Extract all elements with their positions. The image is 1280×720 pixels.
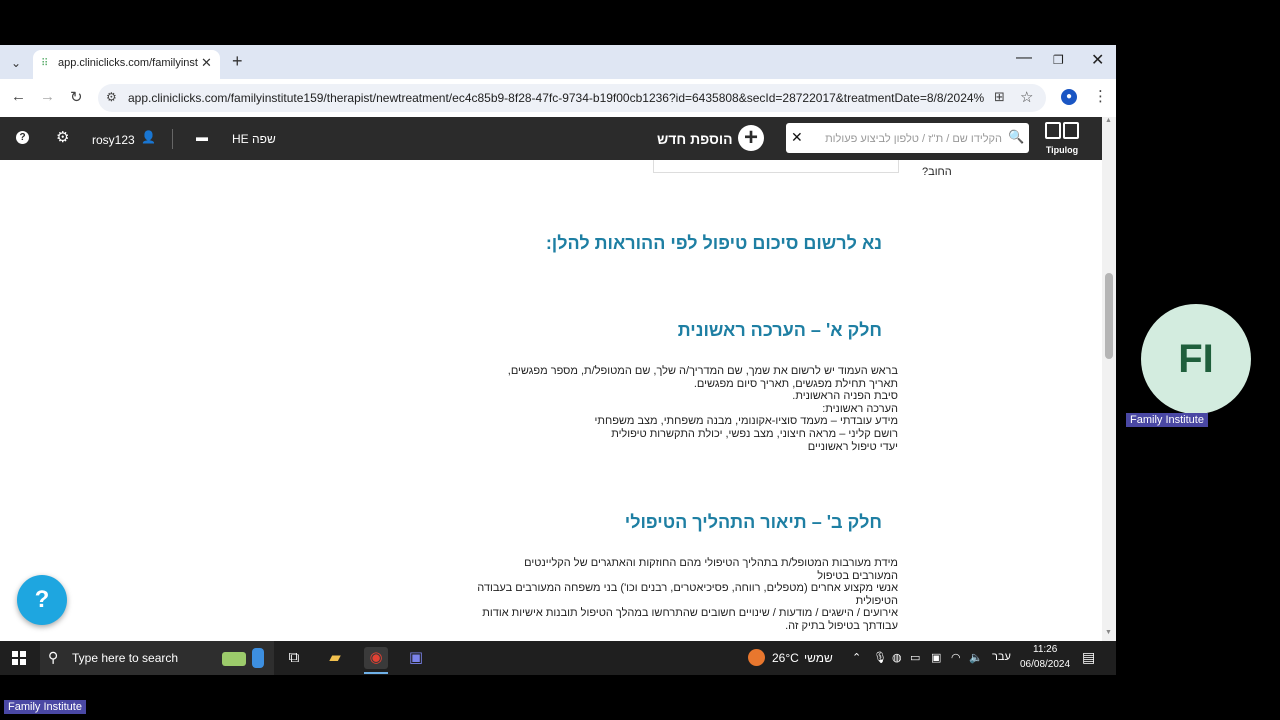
section-b-heading: חלק ב' – תיאור התהליך הטיפולי: [624, 512, 882, 532]
taskbar-search[interactable]: ⚲ Type here to search: [40, 641, 274, 675]
network-device-icon[interactable]: ▭: [910, 651, 920, 664]
header-divider: [172, 129, 173, 149]
site-info-icon[interactable]: ⚙: [106, 90, 117, 104]
logo-text: Tipulog: [1045, 145, 1079, 155]
browser-tab[interactable]: ⠿ app.cliniclicks.com/familyinstitu ✕: [33, 50, 220, 79]
clock-date[interactable]: 06/08/2024: [1020, 659, 1070, 670]
profile-avatar-icon[interactable]: ●: [1061, 89, 1077, 105]
window-close-icon[interactable]: ✕: [1091, 50, 1104, 70]
window-minimize-icon[interactable]: —: [1016, 49, 1032, 67]
text-line: אירועים / הישגים / מודעות / שינויים חשוב…: [482, 607, 898, 620]
text-line: הטיפולית: [855, 594, 898, 607]
participant-avatar: FI: [1141, 304, 1251, 414]
tray-chevron-icon[interactable]: ⌃: [852, 651, 861, 664]
windows-start-icon[interactable]: [12, 651, 26, 665]
search-highlight-icon: [222, 648, 264, 668]
clock-time[interactable]: 11:26: [1033, 644, 1057, 655]
text-line: אנשי מקצוע אחרים (מטפלים, רווחה, פסיכיאט…: [477, 582, 898, 595]
clear-search-icon[interactable]: ✕: [791, 129, 803, 146]
translate-icon[interactable]: ⊞: [994, 89, 1005, 105]
form-input-stub[interactable]: [653, 160, 899, 173]
section-a-text: בראש העמוד יש לרשום את שמך, שם המדריך/ה …: [478, 365, 898, 453]
section-b-text: מידת מעורבות המטופל/ת בתהליך הטיפולי מהם…: [477, 557, 898, 633]
text-line: סיבת הפניה הראשונית.: [792, 390, 898, 403]
tab-search-chevron-icon[interactable]: ⌄: [6, 53, 26, 73]
text-line: רושם קליני – מראה חיצוני, מצב נפשי, יכול…: [611, 427, 898, 440]
browser-toolbar: ← → ↻ ⚙ app.cliniclicks.com/familyinstit…: [0, 79, 1116, 117]
page-content: החוב? נא לרשום סיכום טיפול לפי ההוראות ל…: [0, 160, 1102, 641]
section-a-heading: חלק א' – הערכה ראשונית: [677, 320, 882, 340]
url-text[interactable]: app.cliniclicks.com/familyinstitute159/t…: [128, 91, 984, 105]
instructions-heading: נא לרשום סיכום טיפול לפי ההוראות להלן:: [545, 233, 882, 253]
search-icon[interactable]: 🔍: [1008, 129, 1024, 145]
text-line: יעדי טיפול ראשוניים: [807, 440, 898, 453]
participant-name-label: Family Institute: [1126, 413, 1208, 427]
app-header: ? ⚙ rosy123 👤 ▬ HE שפה הוספת חדש + ✕ 🔍 T…: [0, 117, 1102, 160]
volume-icon[interactable]: 🔈: [969, 651, 983, 664]
text-line: עבודתך בטיפול בתיק זה.: [785, 619, 898, 632]
tab-close-icon[interactable]: ✕: [201, 55, 212, 71]
microphone-icon[interactable]: 🎙: [873, 651, 887, 664]
browser-window: ⌄ ⠿ app.cliniclicks.com/familyinstitu ✕ …: [0, 45, 1116, 641]
chrome-active-indicator: [364, 672, 388, 674]
app-tray-icon[interactable]: ◍: [892, 651, 902, 664]
input-language-indicator[interactable]: עבר: [992, 651, 1011, 663]
username[interactable]: rosy123: [92, 133, 135, 147]
text-line: מידת מעורבות המטופל/ת בתהליך הטיפולי מהם…: [524, 557, 898, 569]
help-icon[interactable]: ?: [16, 131, 29, 144]
reload-icon[interactable]: ↻: [70, 88, 83, 106]
search-input[interactable]: [810, 126, 1004, 152]
task-view-icon[interactable]: ⧉: [282, 647, 306, 669]
debt-question-label: החוב?: [922, 166, 952, 178]
file-explorer-icon[interactable]: ▰: [323, 647, 347, 669]
window-restore-icon[interactable]: ❐: [1053, 53, 1064, 67]
text-line: המעורבים בטיפול: [817, 569, 898, 582]
presenter-name-label: Family Institute: [4, 700, 86, 714]
new-tab-icon[interactable]: +: [232, 51, 243, 72]
search-box: ✕ 🔍: [786, 123, 1029, 153]
settings-gear-icon[interactable]: ⚙: [56, 128, 69, 146]
bookmark-star-icon[interactable]: ☆: [1020, 88, 1033, 106]
scroll-down-icon[interactable]: ▼: [1105, 629, 1112, 636]
taskbar-search-text[interactable]: Type here to search: [72, 651, 178, 665]
wifi-icon[interactable]: ◠: [951, 651, 961, 664]
text-line: בראש העמוד יש לרשום את שמך, שם המדריך/ה …: [507, 365, 898, 377]
address-bar[interactable]: ⚙ app.cliniclicks.com/familyinstitute159…: [98, 84, 1046, 112]
taskbar-search-icon: ⚲: [48, 649, 59, 665]
add-new-label[interactable]: הוספת חדש: [657, 131, 733, 147]
tab-favicon-icon: ⠿: [41, 58, 49, 69]
tab-title: app.cliniclicks.com/familyinstitu: [58, 57, 198, 69]
scroll-thumb[interactable]: [1105, 273, 1113, 359]
text-line: הערכה ראשונית:: [822, 402, 898, 415]
notifications-icon[interactable]: ▤: [1082, 649, 1095, 666]
text-line: תאריך תחילת מפגשים, תאריך סיום מפגשים.: [693, 377, 898, 390]
tipulog-logo[interactable]: Tipulog: [1042, 122, 1082, 158]
weather-sun-icon[interactable]: [748, 649, 765, 666]
floating-help-button[interactable]: ?: [17, 575, 67, 625]
browser-menu-icon[interactable]: ⋮: [1093, 87, 1108, 105]
weather-temperature[interactable]: 26°C: [772, 651, 799, 665]
chat-icon[interactable]: ▬: [196, 130, 208, 144]
vertical-scrollbar[interactable]: ▲ ▼: [1102, 117, 1116, 641]
display-icon[interactable]: ▣: [931, 651, 941, 664]
language-selector[interactable]: HE שפה: [232, 132, 276, 146]
add-new-plus-icon[interactable]: +: [738, 125, 764, 151]
chrome-icon[interactable]: ◉: [364, 647, 388, 669]
back-icon[interactable]: ←: [11, 88, 26, 105]
tab-strip: ⌄ ⠿ app.cliniclicks.com/familyinstitu ✕ …: [0, 45, 1116, 79]
user-icon[interactable]: 👤: [141, 130, 156, 144]
weather-description[interactable]: שמשי: [804, 651, 833, 665]
forward-icon[interactable]: →: [40, 88, 55, 105]
text-line: מידע עובדתי – מעמד סוציו-אקונומי, מבנה מ…: [594, 415, 898, 428]
windows-taskbar: ⚲ Type here to search ⧉ ▰ ◉ ▣ 26°C שמשי …: [0, 641, 1116, 675]
teams-icon[interactable]: ▣: [404, 647, 428, 669]
scroll-up-icon[interactable]: ▲: [1105, 117, 1112, 124]
